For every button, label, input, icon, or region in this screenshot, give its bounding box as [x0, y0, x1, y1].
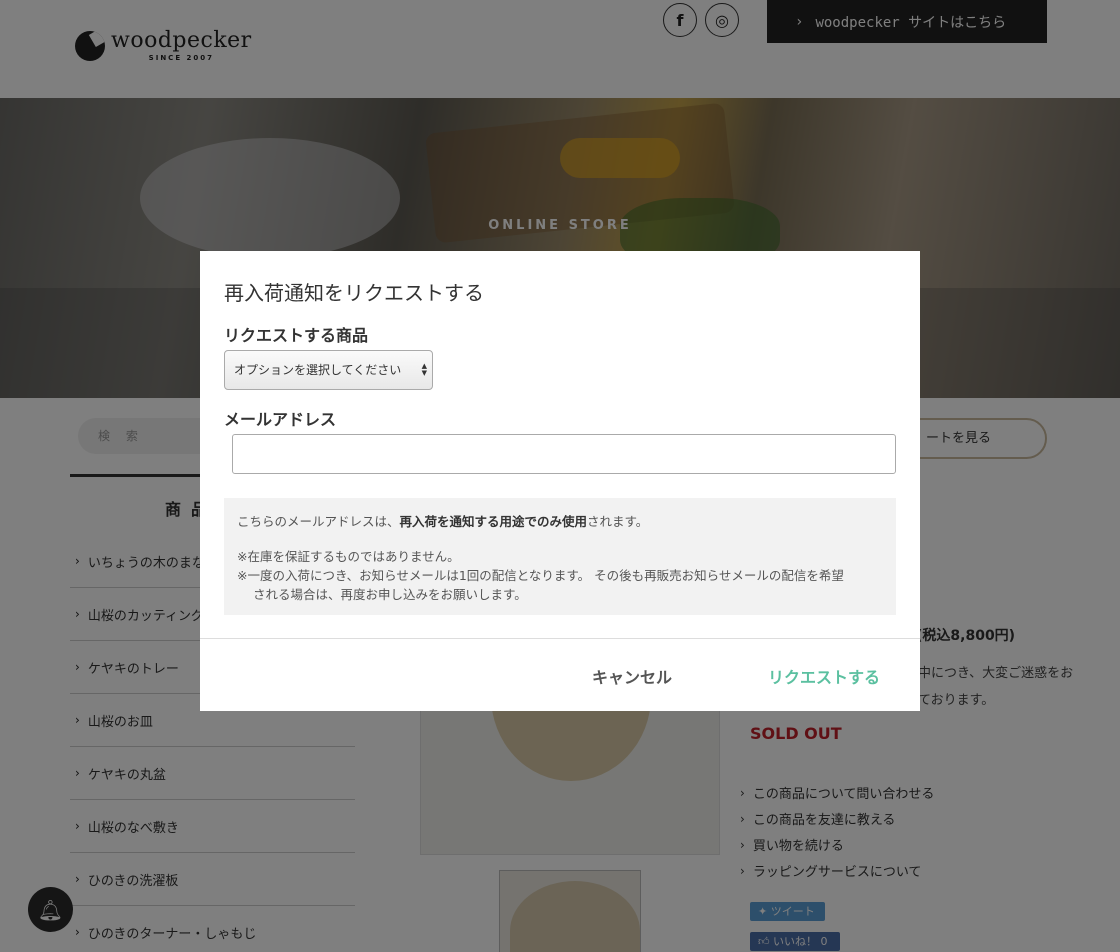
info-note-1: ※在庫を保証するものではありません。 — [237, 549, 460, 564]
info-note-2: ※一度の入荷につき、お知らせメールは1回の配信となります。 その後も再販売お知ら… — [237, 568, 844, 583]
info-bold: 再入荷を通知する用途でのみ使用 — [399, 514, 588, 529]
modal-title: 再入荷通知をリクエストする — [224, 281, 484, 305]
restock-request-modal: 再入荷通知をリクエストする リクエストする商品 オプションを選択してください ▲… — [200, 251, 920, 711]
email-field-label: メールアドレス — [224, 410, 337, 429]
email-field[interactable] — [232, 434, 896, 474]
select-arrows-icon: ▲ ▼ — [421, 362, 427, 377]
cancel-button[interactable]: キャンセル — [592, 664, 672, 688]
info-suffix: されます。 — [587, 514, 649, 529]
request-button[interactable]: リクエストする — [768, 664, 880, 688]
info-usage: こちらのメールアドレスは、再入荷を通知する用途でのみ使用されます。 — [237, 512, 883, 531]
option-select-value: オプションを選択してください — [234, 363, 402, 377]
info-note-3: される場合は、再度お申し込みをお願いします。 — [253, 587, 527, 602]
page: woodpecker SINCE 2007 f ◎ › woodpecker サ… — [0, 0, 1120, 952]
info-gap — [237, 531, 883, 547]
info-box: こちらのメールアドレスは、再入荷を通知する用途でのみ使用されます。 ※在庫を保証… — [224, 498, 896, 615]
modal-footer-divider — [200, 638, 920, 639]
product-field-label: リクエストする商品 — [224, 326, 369, 345]
info-prefix: こちらのメールアドレスは、 — [237, 514, 400, 529]
option-select[interactable]: オプションを選択してください ▲ ▼ — [224, 350, 433, 390]
